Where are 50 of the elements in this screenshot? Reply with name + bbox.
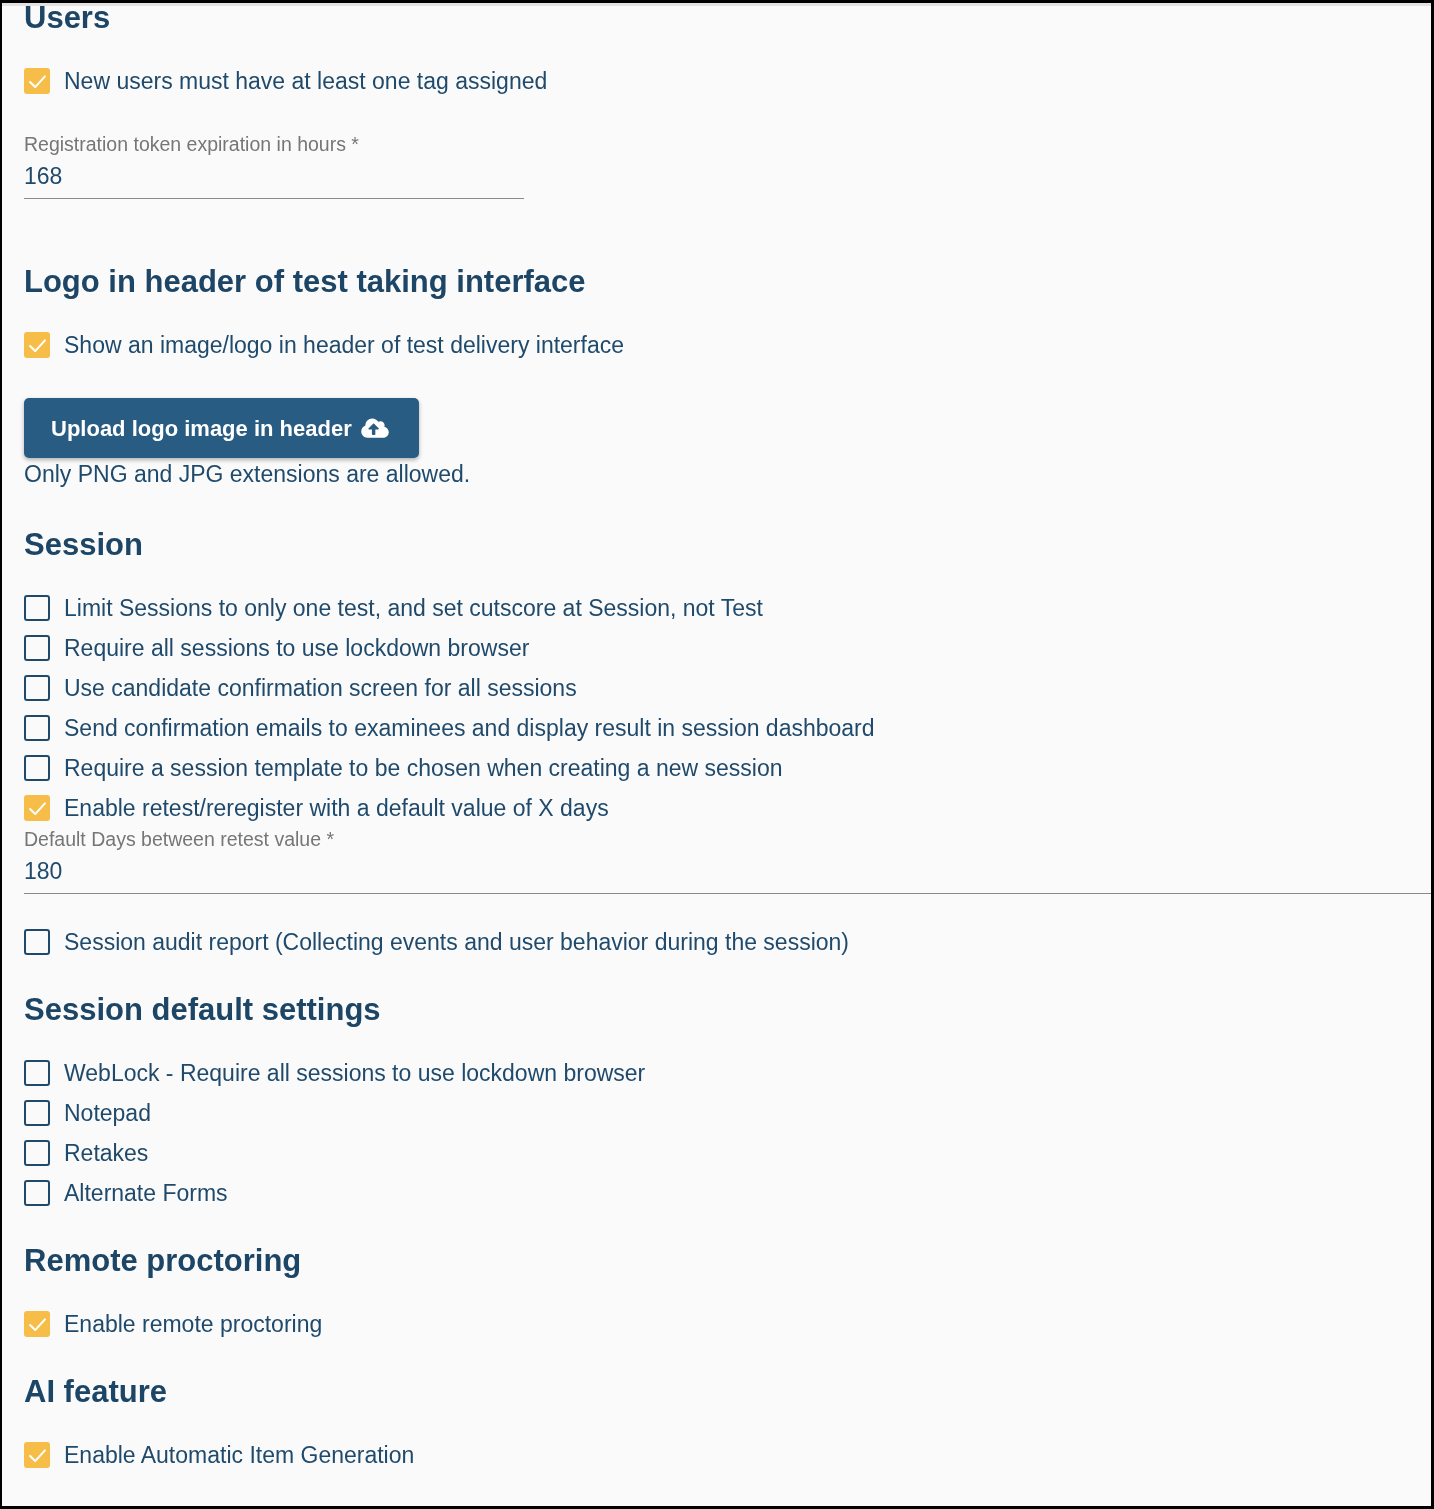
checkbox[interactable] [24, 1311, 50, 1337]
checkbox[interactable] [24, 1100, 50, 1126]
checkbox-label: Show an image/logo in header of test delivery interface [64, 331, 624, 359]
section-heading: AI feature [24, 1374, 168, 1410]
section-heading: Logo in header of test taking interface [24, 264, 587, 300]
cloud-upload-icon [359, 417, 390, 439]
checkbox-label: Retakes [64, 1139, 149, 1167]
checkmark-icon [28, 1317, 46, 1331]
checkbox-label: Notepad [64, 1099, 151, 1127]
checkmark-icon [28, 801, 46, 815]
field-value: 168 [24, 162, 64, 190]
checkbox-label: Require all sessions to use lockdown browser [64, 634, 530, 662]
checkbox[interactable] [24, 795, 50, 821]
checkbox[interactable] [24, 68, 50, 94]
checkbox-label: WebLock - Require all sessions to use lockdown browser [64, 1059, 646, 1087]
checkbox[interactable] [24, 715, 50, 741]
checkbox-label: Alternate Forms [64, 1179, 228, 1207]
checkbox[interactable] [24, 929, 50, 955]
checkbox[interactable] [24, 635, 50, 661]
field-value: 180 [24, 857, 64, 885]
checkbox-label: Enable retest/reregister with a default value of X days [64, 794, 609, 822]
checkbox-label: New users must have at least one tag assigned [64, 67, 548, 95]
checkbox[interactable] [24, 1180, 50, 1206]
field-label: Registration token expiration in hours * [24, 133, 360, 155]
section-heading: Session default settings [24, 992, 382, 1028]
checkbox-label: Enable Automatic Item Generation [64, 1441, 415, 1469]
checkbox-label: Session audit report (Collecting events and user behavior during the session) [64, 928, 849, 956]
checkbox[interactable] [24, 1060, 50, 1086]
checkbox[interactable] [24, 675, 50, 701]
checkbox-label: Limit Sessions to only one test, and set cutscore at Session, not Test [64, 594, 763, 622]
section-heading: Session [24, 527, 144, 563]
field-label: Default Days between retest value * [24, 828, 335, 850]
text-field[interactable]: Registration token expiration in hours * 168 [24, 133, 524, 199]
checkmark-icon [28, 1448, 46, 1462]
checkmark-icon [28, 74, 46, 88]
checkbox-label: Send confirmation emails to examinees and display result in session dashboard [64, 714, 875, 742]
checkbox[interactable] [24, 332, 50, 358]
checkbox-label: Use candidate confirmation screen for all sessions [64, 674, 577, 702]
section-heading: Remote proctoring [24, 1243, 303, 1279]
section-heading: Users [24, 3, 112, 36]
checkbox[interactable] [24, 1442, 50, 1468]
checkbox-label: Enable remote proctoring [64, 1310, 323, 1338]
checkbox[interactable] [24, 1140, 50, 1166]
checkmark-icon [28, 338, 46, 352]
text-field[interactable]: Default Days between retest value * 180 [24, 828, 1431, 894]
checkbox[interactable] [24, 755, 50, 781]
checkbox-label: Require a session template to be chosen when creating a new session [64, 754, 783, 782]
checkbox[interactable] [24, 595, 50, 621]
upload-button[interactable]: Upload logo image in header [24, 398, 419, 458]
help-text: Only PNG and JPG extensions are allowed. [24, 460, 472, 488]
